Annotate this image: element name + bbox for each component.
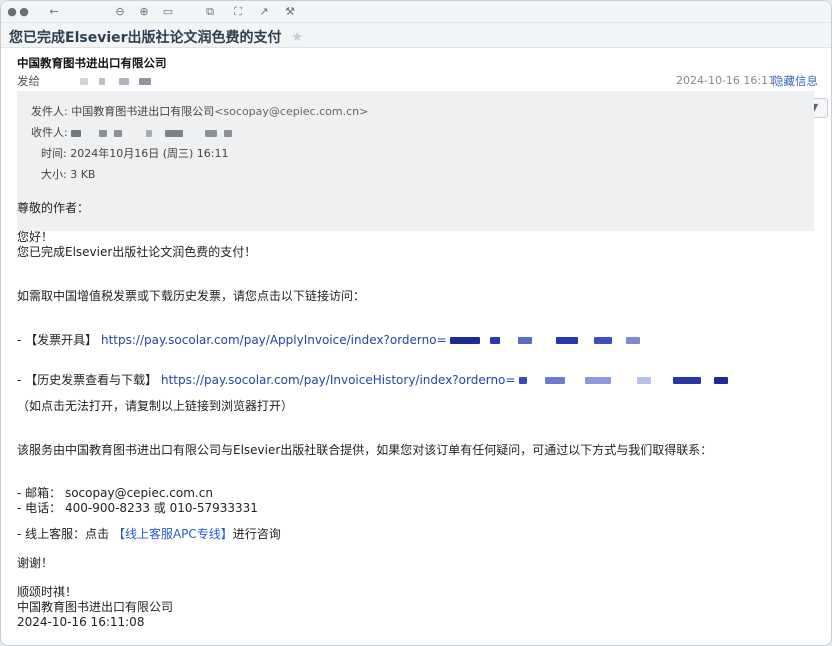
close-icon[interactable]: ● [7,5,17,19]
email-subject: 您已完成Elsevier出版社论文润色费的支付 [9,30,282,46]
signature-company: 中国教育图书进出口有限公司 [17,600,174,614]
redacted-recipient [99,78,106,85]
redacted-recipient [138,78,151,85]
email-timestamp: 2024-10-16 16:11 [676,74,776,87]
invoice-line: - 【发票开具】 https://pay.socolar.com/pay/App… [17,333,640,347]
email-window: ● ● ← ⊖ ⊕ ▭ ⧉ ⛶ ↗ ⚒ 您已完成Elsevier出版社论文润色费… [0,0,832,646]
top-toolbar: ● ● ← ⊖ ⊕ ▭ ⧉ ⛶ ↗ ⚒ [1,1,831,23]
send-to-line: 发给 [17,73,151,89]
redacted-recipient [98,129,107,137]
support-line: - 线上客服：点击 【线上客服APC专线】进行咨询 [17,527,281,541]
body-note: （如点击无法打开，请复制以上链接到浏览器打开） [17,399,294,413]
fit-icon[interactable]: ▭ [161,5,175,19]
redacted-order-number [490,337,501,344]
signature-time: 2024-10-16 16:11:08 [17,615,145,629]
from-address: <socopay@cepiec.com.cn> [214,105,369,118]
redacted-order-number [545,377,566,384]
zoom-in-icon[interactable]: ⊕ [137,5,151,19]
redacted-order-number [672,377,701,384]
body-greeting: 尊敬的作者： [17,201,90,215]
support-prefix: - 线上客服：点击 [17,527,113,541]
copy-icon[interactable]: ⧉ [203,5,217,19]
redacted-order-number [519,377,528,384]
redacted-order-number [555,337,578,344]
body-payment-done: 您已完成Elsevier出版社论文润色费的支付！ [17,245,257,259]
details-panel: 发件人: 中国教育图书进出口有限公司<socopay@cepiec.com.cn… [17,91,814,231]
size-label: 大小: [41,168,67,181]
contact-phone: - 电话： 400-900-8233 或 010-57933331 [17,501,258,515]
from-name: 中国教育图书进出口有限公司 [71,105,215,118]
contact-email: - 邮箱： socopay@cepiec.com.cn [17,486,213,500]
support-suffix: 进行咨询 [232,527,281,541]
redacted-order-number [625,337,640,344]
time-value: 2024年10月16日 (周三) 16:11 [70,147,229,160]
redacted-order-number [593,337,612,344]
body-thanks: 谢谢！ [17,556,54,570]
body-service-info: 该服务由中国教育图书进出口有限公司与Elsevier出版社联合提供，如果您对该订… [17,443,713,457]
redacted-recipient [145,129,152,137]
detail-from-row: 发件人: 中国教育图书进出口有限公司<socopay@cepiec.com.cn… [31,101,800,122]
redacted-recipient [165,129,184,137]
redacted-recipient [71,129,82,137]
minimize-icon[interactable]: ● [19,5,29,19]
subject-bar: 您已完成Elsevier出版社论文润色费的支付 ★ [1,23,831,48]
size-value: 3 KB [70,168,96,181]
history-link[interactable]: https://pay.socolar.com/pay/InvoiceHisto… [161,373,515,387]
redacted-recipient [114,129,123,137]
body-regards: 顺颂时祺！ [17,585,78,599]
redacted-recipient [79,78,88,85]
screenshot-icon[interactable]: ⛶ [231,5,245,19]
send-to-label: 发给 [17,74,40,88]
star-icon[interactable]: ★ [291,30,303,45]
history-label: - 【历史发票查看与下载】 [17,373,158,387]
open-window-icon[interactable]: ↗ [257,5,271,19]
detail-size-row: 大小: 3 KB [31,164,800,185]
redacted-order-number [584,377,611,384]
redacted-order-number [518,337,533,344]
redacted-recipient [224,129,233,137]
time-label: 时间: [41,147,67,160]
detail-time-row: 时间: 2024年10月16日 (周三) 16:11 [31,143,800,164]
invoice-link[interactable]: https://pay.socolar.com/pay/ApplyInvoice… [101,333,447,347]
redacted-order-number [636,377,651,384]
body-hello: 您好！ [17,230,54,244]
hide-details-link[interactable]: 隐藏信息 [772,73,818,89]
support-link[interactable]: 【线上客服APC专线】 [113,527,233,541]
redacted-order-number [450,337,481,344]
redacted-recipient [204,129,217,137]
history-line: - 【历史发票查看与下载】 https://pay.socolar.com/pa… [17,373,729,387]
back-icon[interactable]: ← [47,5,61,19]
body-invoice-instruction: 如需取中国增值税发票或下载历史发票，请您点击以下链接访问： [17,289,366,303]
from-label: 发件人: [31,105,68,118]
redacted-recipient [118,78,129,85]
redacted-order-number [714,377,729,384]
detail-to-row: 收件人: [31,122,800,143]
sender-name: 中国教育图书进出口有限公司 [17,56,167,70]
zoom-out-icon[interactable]: ⊖ [113,5,127,19]
email-header: 中国教育图书进出口有限公司 发给 2024-10-16 16:11 隐藏信息 ↩… [1,48,831,231]
to-label: 收件人: [31,126,68,139]
tools-icon[interactable]: ⚒ [283,5,297,19]
invoice-label: - 【发票开具】 [17,333,98,347]
